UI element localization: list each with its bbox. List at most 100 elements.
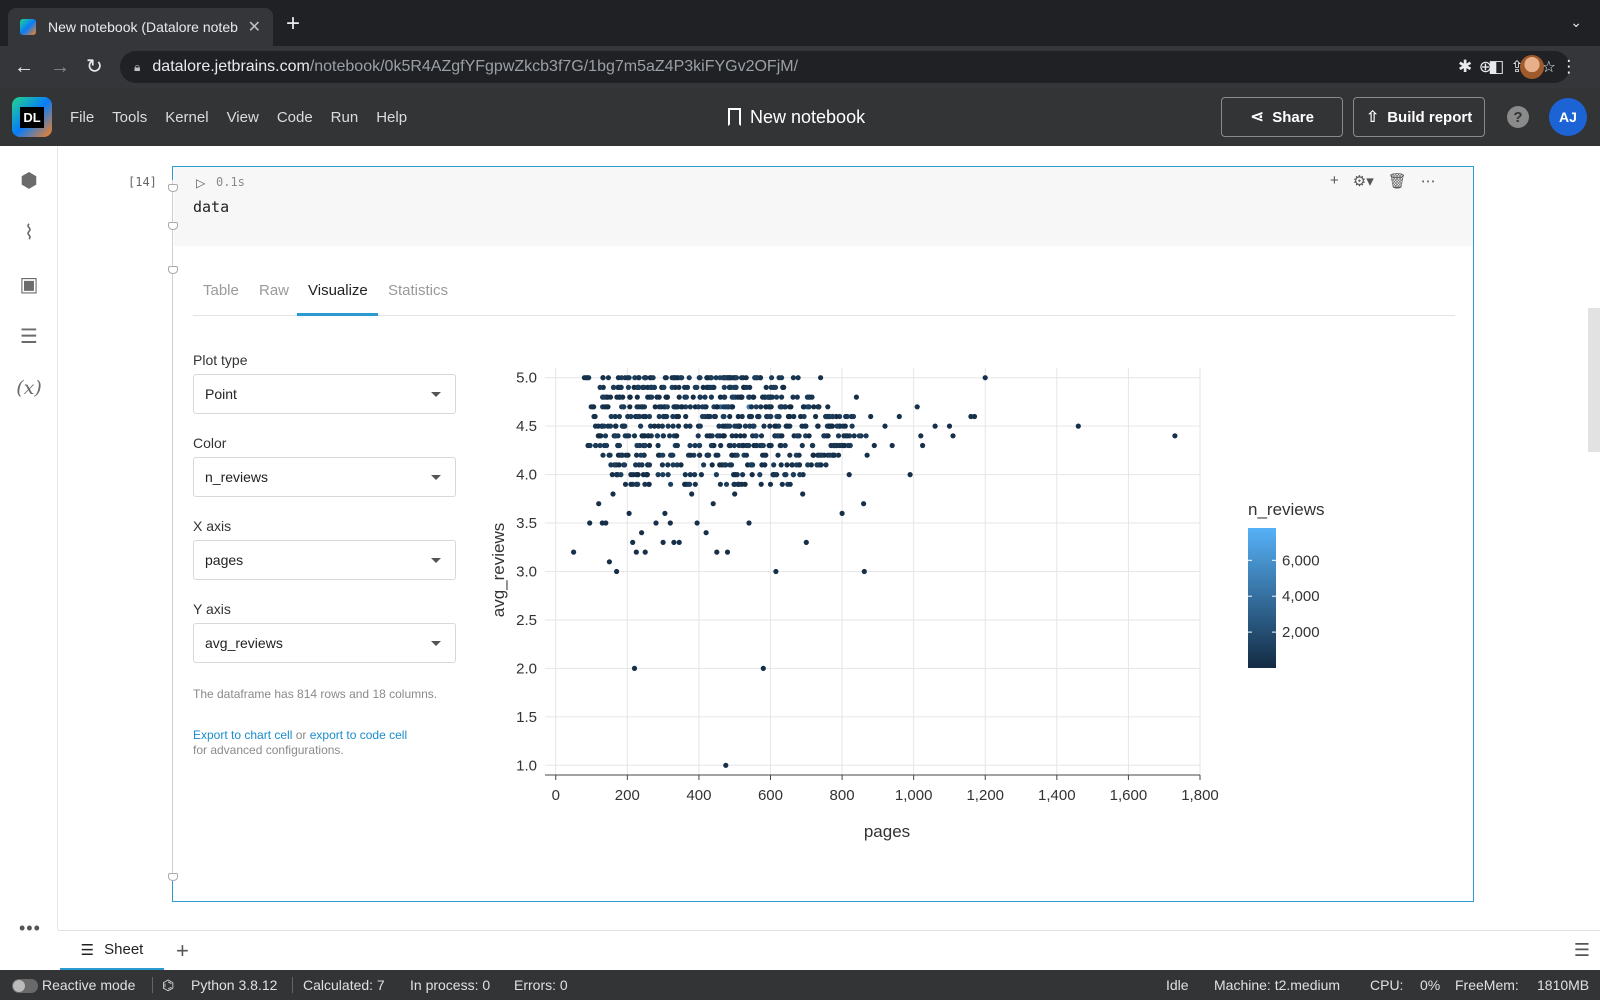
scatter-point (696, 442, 702, 449)
gutter-knob[interactable] (168, 184, 178, 192)
color-select[interactable]: n_reviews (193, 457, 456, 497)
sheet-tab[interactable]: ☰ Sheet (60, 931, 164, 971)
x-tick-label: 400 (686, 787, 711, 804)
forward-arrow-icon[interactable]: → (50, 55, 70, 79)
scatter-point (627, 404, 633, 410)
scatter-point (1075, 423, 1081, 429)
calculated-count: Calculated: 7 (303, 977, 385, 993)
run-cell-icon[interactable]: ▷ (196, 176, 205, 190)
menu-file[interactable]: File (70, 109, 94, 126)
scatter-point (687, 404, 693, 410)
scrollbar-thumb[interactable] (1588, 308, 1600, 452)
new-tab-icon[interactable]: + (286, 12, 300, 36)
tab-raw[interactable]: Raw (259, 282, 289, 299)
x-axis-select[interactable]: pages (193, 540, 456, 580)
python-kernel-icon[interactable]: ⚙▾ (1353, 172, 1374, 190)
address-bar[interactable]: 🔒︎ datalore.jetbrains.com/notebook/0k5R4… (120, 51, 1570, 83)
export-code-link[interactable]: export to code cell (310, 728, 407, 742)
plot-type-label: Plot type (193, 352, 248, 368)
menu-tools[interactable]: Tools (112, 109, 147, 126)
scatter-point (920, 442, 926, 449)
delete-cell-icon[interactable]: 🗑︎ (1388, 172, 1407, 190)
user-avatar[interactable]: AJ (1549, 98, 1587, 136)
side-panel-icon[interactable]: ◧ (1488, 57, 1504, 77)
y-axis-select[interactable]: avg_reviews (193, 623, 456, 663)
browser-tab[interactable]: New notebook (Datalore noteb ✕ (8, 8, 273, 46)
close-tab-icon[interactable]: ✕ (248, 17, 261, 37)
scatter-point (803, 423, 809, 429)
cube-icon[interactable]: ⬢ (15, 166, 43, 194)
scatter-point (688, 452, 694, 458)
machine-type[interactable]: Machine: t2.medium (1214, 977, 1340, 993)
browser-menu-icon[interactable]: ⋮ (1560, 57, 1577, 77)
scatter-point (743, 452, 750, 458)
scatter-point (702, 394, 708, 400)
tab-statistics[interactable]: Statistics (388, 282, 448, 299)
scatter-chart[interactable]: 0 200 400 600 800 1,000 1,200 1,400 1,600 1,800 1… (490, 360, 1370, 860)
scatter-point (790, 375, 796, 381)
tab-table[interactable]: Table (203, 282, 239, 299)
more-dots-icon[interactable]: ••• (19, 918, 41, 939)
scatter-point (723, 481, 730, 487)
x-tick-label: 1,800 (1181, 787, 1219, 804)
datalore-logo[interactable]: DL (12, 97, 52, 137)
scatter-point (845, 442, 851, 449)
reload-icon[interactable]: ↻ (86, 55, 103, 79)
scatter-point (587, 520, 593, 526)
attachment-icon[interactable]: ⌇ (15, 218, 43, 246)
menu-kernel[interactable]: Kernel (165, 109, 208, 126)
reactive-mode-toggle[interactable] (12, 979, 38, 993)
scatter-point (771, 462, 777, 468)
scatter-point (914, 404, 920, 410)
plot-type-select[interactable]: Point (193, 374, 456, 414)
scatter-point (805, 404, 811, 410)
extensions-puzzle-icon[interactable]: ✱ (1458, 57, 1472, 77)
tab-search-chevron-icon[interactable]: ⌄ (1570, 14, 1582, 31)
or-text: or (292, 728, 310, 742)
scatter-point (772, 423, 778, 429)
scatter-point (717, 462, 723, 468)
help-icon[interactable]: ? (1507, 106, 1529, 128)
add-cell-icon[interactable]: + (1330, 172, 1339, 190)
outline-list-icon[interactable]: ☰ (15, 322, 43, 350)
menu-help[interactable]: Help (376, 109, 407, 126)
menu-code[interactable]: Code (277, 109, 313, 126)
python-version[interactable]: Python 3.8.12 (191, 977, 277, 993)
scatter-point (825, 404, 831, 410)
scatter-point (722, 462, 728, 468)
scatter-point (758, 442, 765, 449)
chip-icon[interactable]: ▣ (15, 270, 43, 298)
sheet-menu-icon[interactable]: ☰ (1574, 940, 1590, 961)
back-arrow-icon[interactable]: ← (14, 55, 34, 79)
x-tick-label: 1,200 (966, 787, 1004, 804)
profile-avatar[interactable] (1520, 55, 1545, 79)
notebook-title[interactable]: New notebook (728, 88, 865, 146)
scatter-point (918, 433, 924, 439)
scatter-point (707, 433, 713, 439)
scatter-point (606, 452, 612, 458)
y-axis-value: avg_reviews (205, 635, 283, 651)
tab-visualize[interactable]: Visualize (308, 282, 368, 299)
menu-view[interactable]: View (227, 109, 259, 126)
variables-icon[interactable]: (x) (15, 374, 43, 402)
code-line[interactable]: data (193, 198, 229, 216)
menu-run[interactable]: Run (331, 109, 359, 126)
scatter-point (806, 433, 812, 439)
scatter-point (796, 452, 802, 458)
scatter-point (639, 530, 645, 536)
scatter-point (785, 423, 791, 429)
cell-more-icon[interactable]: ⋯ (1421, 172, 1436, 190)
share-button[interactable]: ⋖ Share (1221, 97, 1343, 137)
add-sheet-icon[interactable]: + (176, 938, 189, 964)
code-editor[interactable] (174, 167, 1473, 246)
x-tick-label: 1,000 (895, 787, 933, 804)
build-report-button[interactable]: ⇧ Build report (1353, 97, 1485, 137)
scatter-point (627, 394, 633, 400)
gutter-knob[interactable] (168, 873, 178, 881)
gutter-knob[interactable] (168, 266, 178, 274)
scatter-point (794, 394, 800, 400)
scatter-point (679, 375, 685, 381)
gutter-knob[interactable] (168, 222, 178, 230)
scatter-point (639, 462, 645, 468)
export-chart-link[interactable]: Export to chart cell (193, 728, 292, 742)
